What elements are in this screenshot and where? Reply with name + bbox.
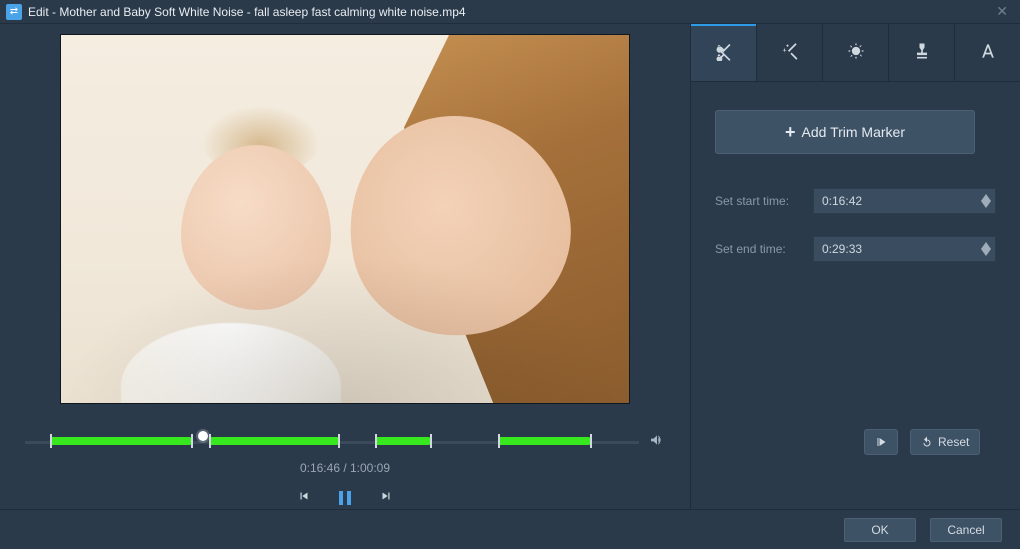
- scissors-icon: [714, 41, 734, 64]
- trim-segment[interactable]: [209, 437, 338, 445]
- prev-frame-button[interactable]: [297, 489, 311, 506]
- tab-text[interactable]: [955, 24, 1020, 81]
- tab-trim[interactable]: [691, 24, 757, 81]
- chevron-up-icon[interactable]: [981, 194, 991, 201]
- video-preview[interactable]: [60, 34, 630, 404]
- cancel-label: Cancel: [947, 523, 984, 537]
- window-title: Edit - Mother and Baby Soft White Noise …: [28, 5, 990, 19]
- chevron-down-icon[interactable]: [981, 201, 991, 208]
- start-time-row: Set start time: 0:16:42: [715, 188, 996, 214]
- ok-label: OK: [871, 523, 888, 537]
- chevron-down-icon[interactable]: [981, 249, 991, 256]
- trim-handle[interactable]: [498, 434, 500, 448]
- next-frame-button[interactable]: [379, 489, 393, 506]
- volume-icon[interactable]: [649, 432, 665, 451]
- video-frame-placeholder: [61, 35, 629, 403]
- trim-timeline[interactable]: [25, 434, 639, 450]
- end-time-spinner: [981, 242, 991, 256]
- add-trim-marker-button[interactable]: + Add Trim Marker: [715, 110, 975, 154]
- trim-handle[interactable]: [590, 434, 592, 448]
- playhead[interactable]: [198, 431, 208, 441]
- app-icon: ⇄: [6, 4, 22, 20]
- tab-watermark[interactable]: [889, 24, 955, 81]
- tool-tabs: [691, 24, 1020, 82]
- end-time-label: Set end time:: [715, 242, 803, 256]
- trim-segment[interactable]: [498, 437, 590, 445]
- trim-handle[interactable]: [430, 434, 432, 448]
- stamp-icon: [912, 41, 932, 64]
- pause-button[interactable]: [339, 491, 351, 505]
- trim-handle[interactable]: [191, 434, 193, 448]
- trim-handle[interactable]: [338, 434, 340, 448]
- side-panel: + Add Trim Marker Set start time: 0:16:4…: [690, 24, 1020, 549]
- start-time-spinner: [981, 194, 991, 208]
- timeline-row: [25, 432, 665, 451]
- text-icon: [978, 41, 998, 64]
- trim-handle[interactable]: [375, 434, 377, 448]
- reset-button[interactable]: Reset: [910, 429, 980, 455]
- trim-handle[interactable]: [209, 434, 211, 448]
- add-trim-marker-label: Add Trim Marker: [802, 124, 905, 140]
- trim-panel: + Add Trim Marker Set start time: 0:16:4…: [691, 82, 1020, 262]
- titlebar: ⇄ Edit - Mother and Baby Soft White Nois…: [0, 0, 1020, 24]
- close-icon[interactable]: ✕: [990, 3, 1014, 20]
- brightness-icon: [846, 41, 866, 64]
- chevron-up-icon[interactable]: [981, 242, 991, 249]
- footer: OK Cancel: [0, 509, 1020, 549]
- end-time-row: Set end time: 0:29:33: [715, 236, 996, 262]
- reset-label: Reset: [938, 435, 969, 449]
- wand-icon: [780, 41, 800, 64]
- time-display: 0:16:46 / 1:00:09: [300, 461, 390, 475]
- tab-adjust[interactable]: [823, 24, 889, 81]
- trim-segment[interactable]: [50, 437, 191, 445]
- start-time-input[interactable]: 0:16:42: [813, 188, 996, 214]
- tab-effects[interactable]: [757, 24, 823, 81]
- end-time-input[interactable]: 0:29:33: [813, 236, 996, 262]
- content-area: 0:16:46 / 1:00:09: [0, 24, 1020, 549]
- ok-button[interactable]: OK: [844, 518, 916, 542]
- trim-segment[interactable]: [375, 437, 430, 445]
- end-time-value: 0:29:33: [822, 242, 862, 256]
- trim-handle[interactable]: [50, 434, 52, 448]
- plus-icon: +: [785, 122, 796, 143]
- preview-pane: 0:16:46 / 1:00:09: [0, 24, 690, 549]
- start-time-label: Set start time:: [715, 194, 803, 208]
- transport-controls: [297, 489, 393, 506]
- play-segment-button[interactable]: [864, 429, 898, 455]
- panel-action-row: Reset: [864, 429, 980, 455]
- start-time-value: 0:16:42: [822, 194, 862, 208]
- cancel-button[interactable]: Cancel: [930, 518, 1002, 542]
